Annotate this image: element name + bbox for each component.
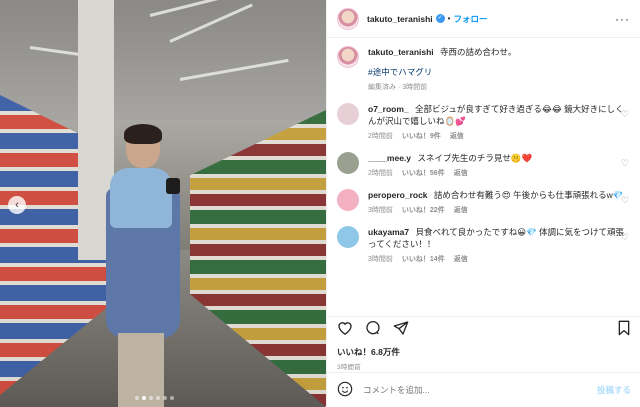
reply-button[interactable]: 返信 [454, 205, 468, 217]
comment-meta: 3時間前 いいね！14件 返信 [368, 254, 631, 266]
chevron-left-icon[interactable]: ‹ [8, 196, 26, 214]
hair [124, 124, 162, 144]
comment-icon[interactable] [365, 320, 381, 339]
heart-icon[interactable]: ♡ [621, 232, 629, 243]
comment-input[interactable] [363, 385, 597, 395]
likes-count[interactable]: いいね！6.8万件 [337, 346, 631, 358]
comment-likes[interactable]: いいね！56件 [402, 168, 445, 180]
carousel-dots [135, 396, 174, 400]
avatar[interactable] [337, 7, 359, 30]
avatar[interactable] [337, 226, 359, 248]
post-side-panel: takuto_teranishi ✓ • フォロー ··· takuto_ter… [326, 0, 640, 407]
comment-username[interactable]: peropero_rock [368, 190, 428, 200]
shirt [110, 168, 172, 228]
comment-likes[interactable]: いいね！22件 [402, 205, 445, 217]
carousel-dot [135, 396, 139, 400]
post-photo[interactable]: ‹ [0, 0, 326, 407]
comment-username[interactable]: ____mee.y [368, 153, 411, 163]
comment-username[interactable]: o7_room_ [368, 104, 409, 114]
paper-plane-icon[interactable] [393, 320, 409, 339]
comment-likes[interactable]: いいね！9件 [402, 131, 441, 143]
heart-icon[interactable]: ♡ [621, 195, 629, 206]
caption-meta: 編集済み · 3時間前 [368, 82, 631, 94]
instagram-post: ‹ takuto_teranishi ✓ • フォロー ··· takuto_t… [0, 0, 640, 407]
carousel-dot [149, 396, 153, 400]
add-comment-bar: 投稿する [327, 372, 640, 407]
comment-body: peropero_rock 詰め合わせ有難う😍 午後からも仕事頑張れるw💎 3時… [368, 189, 631, 217]
avatar[interactable] [337, 152, 359, 174]
hashtag-link[interactable]: #途中でハマグリ [368, 66, 631, 78]
comment-body: ____mee.y スネイプ先生のチラ見せ🤫❤️ 2時間前 いいね！56件 返信 [368, 152, 631, 180]
comments-list: takuto_teranishi 寺西の詰め合わせ。 #途中でハマグリ 編集済み… [327, 38, 640, 316]
heart-icon[interactable] [337, 320, 353, 338]
action-icons [337, 318, 631, 340]
comment-body: o7_room_ 全部ビジュが良すぎて好き過ぎる😂😂 鏡大好きにしくんが沢山で嬉… [368, 103, 631, 143]
header-separator: • [447, 14, 451, 23]
carousel-dot [156, 396, 160, 400]
comment-item: ____mee.y スネイプ先生のチラ見せ🤫❤️ 2時間前 いいね！56件 返信… [337, 152, 631, 180]
comment-meta: 3時間前 いいね！22件 返信 [368, 205, 631, 217]
post-header: takuto_teranishi ✓ • フォロー ··· [327, 0, 640, 38]
caption-text: 寺西の詰め合わせ。 [440, 47, 517, 57]
avatar[interactable] [337, 189, 359, 211]
post-comment-button[interactable]: 投稿する [597, 384, 631, 396]
action-bar: いいね！6.8万件 3時間前 [327, 316, 640, 371]
carousel-dot [163, 396, 167, 400]
bookmark-icon[interactable] [617, 320, 631, 339]
heart-icon[interactable]: ♡ [621, 109, 629, 120]
caption-username[interactable]: takuto_teranishi [368, 47, 434, 57]
comment-time: 2時間前 [368, 133, 393, 140]
person [100, 124, 190, 407]
verified-badge-icon: ✓ [435, 14, 445, 23]
follow-button[interactable]: フォロー [453, 13, 487, 25]
comment-meta: 2時間前 いいね！9件 返信 [368, 131, 631, 143]
comment-item: o7_room_ 全部ビジュが良すぎて好き過ぎる😂😂 鏡大好きにしくんが沢山で嬉… [337, 103, 631, 143]
comment-time: 3時間前 [368, 256, 393, 263]
carousel-dot [142, 396, 146, 400]
comment-likes[interactable]: いいね！14件 [402, 254, 445, 266]
reply-button[interactable]: 返信 [450, 131, 464, 143]
avatar[interactable] [337, 103, 359, 125]
camera [166, 178, 180, 194]
heart-icon[interactable]: ♡ [621, 158, 629, 169]
reply-button[interactable]: 返信 [454, 168, 468, 180]
comment-item: ukayama7 貝食べれて良かったですね😀💎 体調に気をつけて頑張ってください… [337, 226, 631, 266]
smiley-icon[interactable] [337, 381, 353, 400]
comment-time: 3時間前 [368, 207, 393, 214]
posted-time: 3時間前 [337, 364, 361, 371]
caption: takuto_teranishi 寺西の詰め合わせ。 #途中でハマグリ 編集済み… [337, 46, 631, 94]
reply-button[interactable]: 返信 [454, 254, 468, 266]
comment-items: o7_room_ 全部ビジュが良すぎて好き過ぎる😂😂 鏡大好きにしくんが沢山で嬉… [337, 103, 631, 266]
comment-meta: 2時間前 いいね！56件 返信 [368, 168, 631, 180]
comment-body: ukayama7 貝食べれて良かったですね😀💎 体調に気をつけて頑張ってください… [368, 226, 631, 266]
caption-body: takuto_teranishi 寺西の詰め合わせ。 #途中でハマグリ 編集済み… [368, 46, 631, 94]
comment-time: 2時間前 [368, 170, 393, 177]
comment-username[interactable]: ukayama7 [368, 227, 409, 237]
carousel-dot [170, 396, 174, 400]
more-horizontal-icon[interactable]: ··· [615, 12, 630, 26]
header-username[interactable]: takuto_teranishi [367, 14, 433, 24]
comment-text: 詰め合わせ有難う😍 午後からも仕事頑張れるw💎 [433, 190, 624, 200]
comment-text: スネイプ先生のチラ見せ🤫❤️ [417, 153, 533, 163]
caption-meta-text: 編集済み · 3時間前 [368, 84, 428, 91]
comment-item: peropero_rock 詰め合わせ有難う😍 午後からも仕事頑張れるw💎 3時… [337, 189, 631, 217]
avatar[interactable] [337, 46, 359, 68]
